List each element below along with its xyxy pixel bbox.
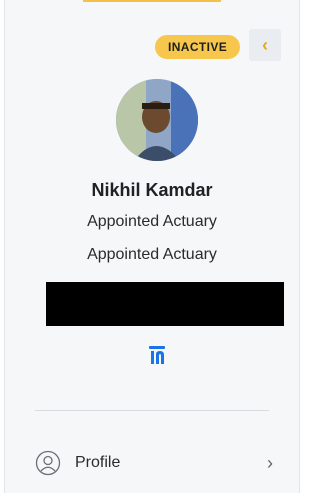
profile-side-panel: INACTIVE ‹ Nikhil Kamdar Appointed Actua… [4, 0, 300, 493]
avatar-photo [116, 79, 198, 161]
top-accent-bar [83, 0, 221, 2]
collapse-panel-button[interactable]: ‹ [249, 29, 281, 61]
linkedin-icon[interactable] [148, 344, 166, 366]
avatar [116, 79, 198, 161]
status-badge: INACTIVE [155, 35, 241, 59]
user-circle-icon [35, 450, 61, 476]
profile-role: Appointed Actuary [87, 213, 217, 230]
redacted-block [46, 282, 284, 326]
chevron-right-icon: › [267, 452, 273, 473]
menu-item-label: Profile [75, 454, 121, 471]
chevron-left-icon: ‹ [262, 34, 268, 55]
profile-name: Nikhil Kamdar [91, 180, 213, 200]
menu-item-profile[interactable]: Profile › [35, 448, 273, 478]
profile-role-secondary: Appointed Actuary [87, 246, 217, 263]
divider [35, 410, 269, 411]
